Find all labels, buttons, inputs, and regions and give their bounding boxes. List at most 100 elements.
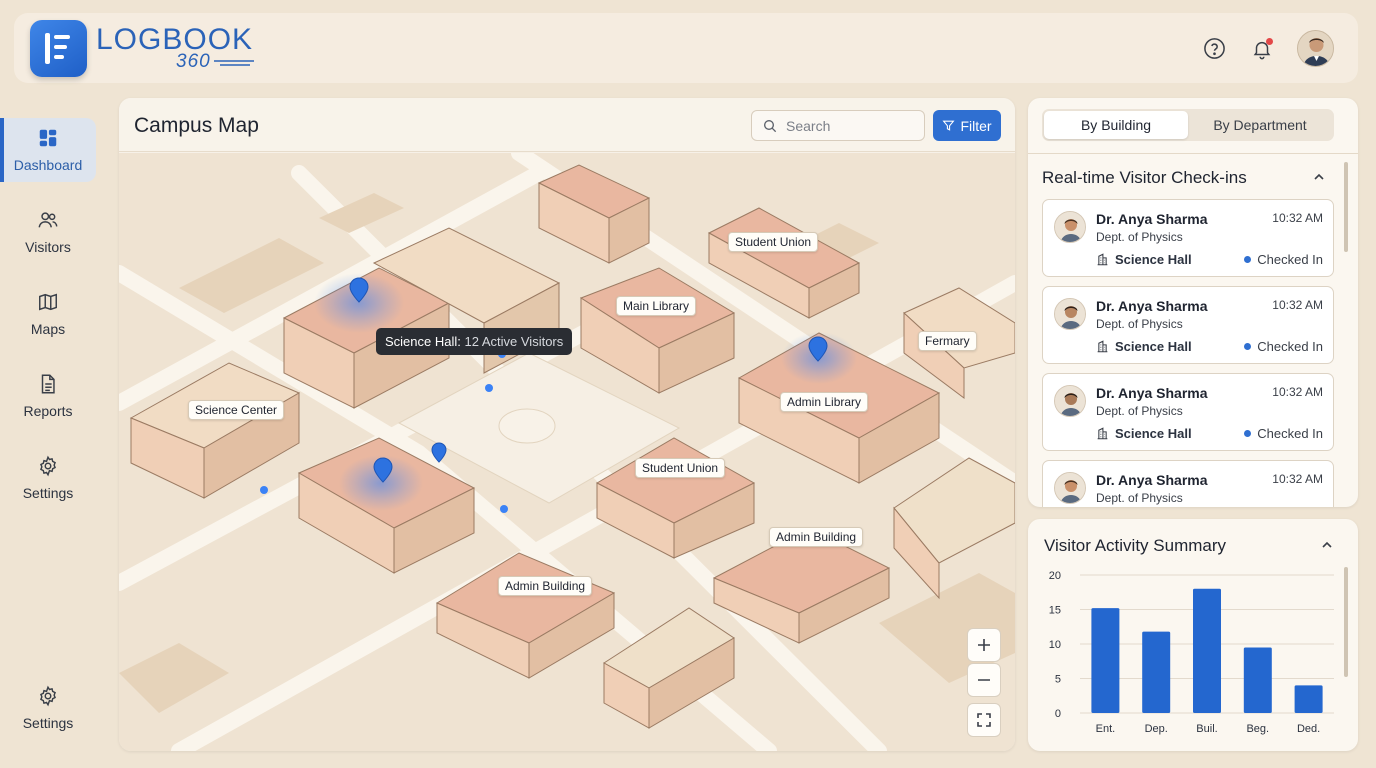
y-tick-label: 5 xyxy=(1055,674,1061,686)
x-tick-label: Buil. xyxy=(1196,723,1217,735)
map-label-science-center[interactable]: Science Center xyxy=(188,400,285,420)
avatar xyxy=(1054,211,1086,243)
checkin-card[interactable]: Dr. Anya Sharma Dept. of Physics 10:32 AM S… xyxy=(1042,373,1334,451)
brand-name: LOGBOOK xyxy=(96,23,254,56)
bell-icon[interactable] xyxy=(1249,36,1275,62)
zoom-in-icon xyxy=(978,639,990,651)
map-label-admin-library[interactable]: Admin Library xyxy=(780,392,869,412)
scrollbar[interactable] xyxy=(1344,162,1348,252)
search-icon xyxy=(764,119,777,132)
scrollbar[interactable] xyxy=(1344,567,1348,677)
visitor-name: Dr. Anya Sharma xyxy=(1096,472,1208,488)
y-tick-label: 0 xyxy=(1055,708,1061,720)
map-header: Campus Map Search Filter xyxy=(119,98,1015,152)
sidebar-item-visitors[interactable]: Visitors xyxy=(0,200,96,264)
campus-map-panel: Campus Map Search Filter Student Union M… xyxy=(119,98,1015,751)
tab-by-building[interactable]: By Building xyxy=(1044,111,1188,139)
brand-sub: 360 xyxy=(176,51,211,72)
sidebar-item-dashboard[interactable]: Dashboard xyxy=(0,118,96,182)
search-placeholder: Search xyxy=(786,117,831,134)
map-tooltip: Science Hall: 12 Active Visitors xyxy=(376,328,573,355)
visitor-department: Dept. of Physics xyxy=(1096,230,1183,244)
bar-beg[interactable] xyxy=(1243,647,1272,713)
help-icon[interactable] xyxy=(1201,36,1227,62)
map-label-student-union-north[interactable]: Student Union xyxy=(728,232,819,252)
building-name: Science Hall xyxy=(1115,339,1192,354)
status-badge: Checked In xyxy=(1244,426,1323,441)
sidebar-item-settings[interactable]: Settings xyxy=(0,446,96,510)
checkins-title: Real-time Visitor Check-ins xyxy=(1042,168,1247,187)
map-label-main-library[interactable]: Main Library xyxy=(616,296,697,316)
page-title: Campus Map xyxy=(134,114,259,137)
logo-wordmark: LOGBOOK 360 xyxy=(96,23,256,73)
map-label-admin-building-south[interactable]: Admin Building xyxy=(498,576,593,596)
user-avatar[interactable] xyxy=(1297,30,1334,67)
y-tick-label: 15 xyxy=(1049,605,1061,617)
summary-panel: Visitor Activity Summary 0 5 10 15 20 Ent. Dep… xyxy=(1028,519,1358,751)
filter-label: Filter xyxy=(960,117,992,134)
filter-icon xyxy=(942,120,955,131)
sidebar-item-label: Dashboard xyxy=(13,157,83,173)
sidebar-item-label: Visitors xyxy=(25,239,71,255)
x-tick-label: Ded. xyxy=(1297,723,1320,735)
visitor-activity-chart: 0 5 10 15 20 Ent. Dep. Buil. Beg. Ded. xyxy=(1049,570,1334,735)
bar-ent[interactable] xyxy=(1091,608,1120,713)
status-dot xyxy=(1244,430,1252,437)
chevron-up-icon[interactable] xyxy=(1312,170,1326,184)
visitor-department: Dept. of Physics xyxy=(1096,491,1183,505)
bar-ded[interactable] xyxy=(1294,685,1323,713)
sidebar-item-label: Maps xyxy=(30,321,66,337)
tooltip-building: Science Hall: xyxy=(385,334,461,349)
checkin-time: 10:32 AM xyxy=(1272,472,1323,486)
fullscreen-button[interactable] xyxy=(967,703,1001,737)
bar-buil[interactable] xyxy=(1193,588,1221,713)
map-label-admin-building-east[interactable]: Admin Building xyxy=(769,527,864,547)
status-badge: Checked In xyxy=(1244,339,1323,354)
zoom-in-button[interactable] xyxy=(967,628,1001,662)
fullscreen-icon xyxy=(977,713,991,727)
building-icon xyxy=(1097,253,1108,266)
sidebar-item-maps[interactable]: Maps xyxy=(0,282,96,346)
x-tick-label: Beg. xyxy=(1246,723,1269,735)
map-canvas[interactable]: Student Union Main Library Fermary Scien… xyxy=(119,145,1015,751)
checkin-card[interactable]: Dr. Anya Sharma Dept. of Physics 10:32 AM S… xyxy=(1042,199,1334,277)
visitor-department: Dept. of Physics xyxy=(1096,317,1183,331)
top-bar: LOGBOOK 360 xyxy=(14,13,1358,83)
notification-dot xyxy=(1266,37,1273,45)
status-dot xyxy=(1244,343,1252,350)
building-info: Science Hall xyxy=(1096,426,1192,441)
sidebar-item-label: Reports xyxy=(23,403,73,419)
view-toggle: By Building By Department xyxy=(1042,109,1334,141)
status-text: Checked In xyxy=(1257,252,1323,267)
checkin-card[interactable]: Dr. Anya Sharma Dept. of Physics 10:32 AM xyxy=(1042,460,1334,507)
checkin-card[interactable]: Dr. Anya Sharma Dept. of Physics 10:32 AM S… xyxy=(1042,286,1334,364)
dashboard-icon xyxy=(39,129,57,147)
map-label-student-union-central[interactable]: Student Union xyxy=(635,458,726,478)
map-label-fermary[interactable]: Fermary xyxy=(918,331,977,351)
users-icon xyxy=(38,212,58,228)
building-icon xyxy=(1097,340,1108,353)
sidebar-item-settings-bottom[interactable]: Settings xyxy=(0,676,96,740)
header-actions xyxy=(1201,30,1334,67)
checkin-time: 10:32 AM xyxy=(1272,211,1323,225)
sidebar-item-label: Settings xyxy=(22,485,74,501)
logo-icon[interactable] xyxy=(30,20,87,77)
status-badge: Checked In xyxy=(1244,252,1323,267)
visitor-department: Dept. of Physics xyxy=(1096,404,1183,418)
visitor-name: Dr. Anya Sharma xyxy=(1096,385,1208,401)
building-name: Science Hall xyxy=(1115,252,1192,267)
document-icon xyxy=(41,374,55,394)
sidebar-item-label: Settings xyxy=(22,715,74,731)
tab-by-department[interactable]: By Department xyxy=(1188,111,1332,139)
x-tick-label: Ent. xyxy=(1096,723,1116,735)
avatar xyxy=(1054,385,1086,417)
building-info: Science Hall xyxy=(1096,252,1192,267)
sidebar-item-reports[interactable]: Reports xyxy=(0,364,96,428)
search-input[interactable]: Search xyxy=(751,110,925,141)
x-tick-label: Dep. xyxy=(1145,723,1168,735)
bar-dep[interactable] xyxy=(1142,631,1171,713)
y-tick-label: 10 xyxy=(1049,639,1061,651)
zoom-out-button[interactable] xyxy=(967,663,1001,697)
filter-button[interactable]: Filter xyxy=(933,110,1001,141)
status-dot xyxy=(1244,256,1252,263)
